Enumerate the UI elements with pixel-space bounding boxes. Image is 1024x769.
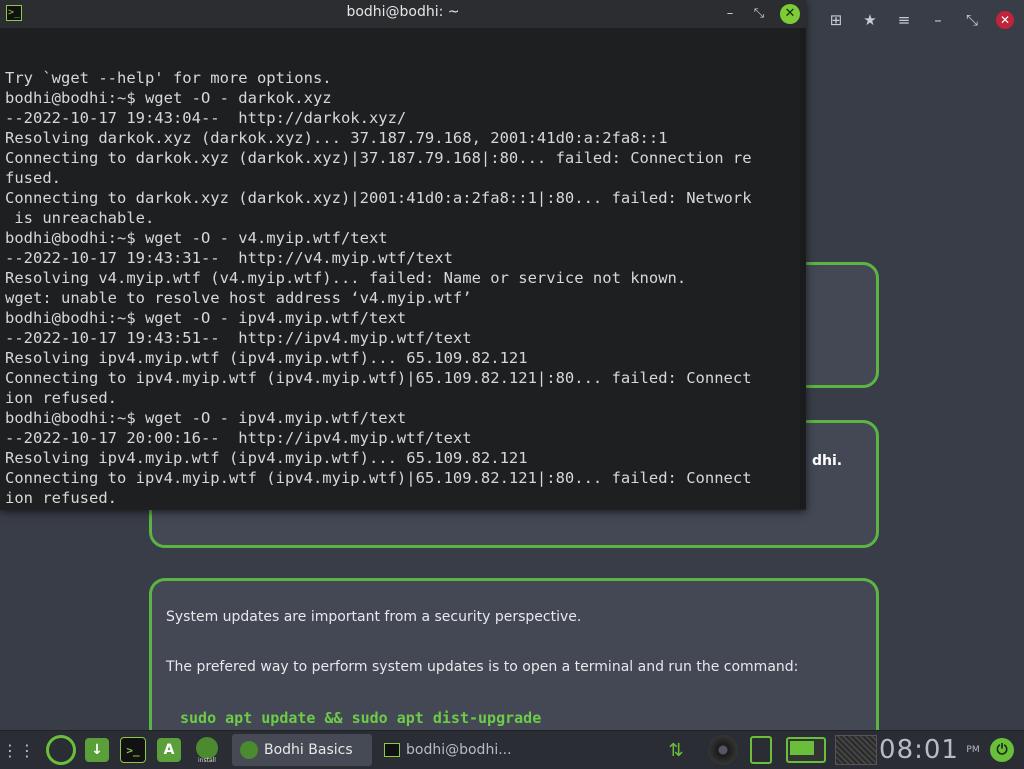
installer-label: install [198,756,216,764]
terminal-line: --2022-10-17 19:43:04-- http://darkok.xy… [5,109,407,127]
media-disc-icon[interactable] [704,731,742,769]
appcenter-launcher[interactable]: A [154,731,184,769]
terminal-launcher[interactable]: >_ [118,731,148,769]
terminal-line: bodhi@bodhi:~$ wget -O - ipv4.myip.wtf/t… [5,309,407,327]
launcher-menu-icon[interactable]: ⋮⋮ [2,731,35,769]
card-paragraph-2: The prefered way to perform system updat… [166,659,799,675]
terminal-titlebar[interactable]: >_ bodhi@bodhi: ~ – ⤡ ✕ [0,0,806,28]
terminal-line: Connecting to darkok.xyz (darkok.xyz)|20… [5,189,752,207]
terminal-task-icon [384,743,400,757]
terminal-line: is unreachable. [5,209,155,227]
terminal-line: ion refused. [5,389,117,407]
task-label: bodhi@bodhi... [406,742,512,758]
terminal-line: Resolving darkok.xyz (darkok.xyz)... 37.… [5,129,668,147]
close-icon[interactable]: ✕ [996,11,1014,29]
battery-icon[interactable] [782,731,830,769]
shutdown-button[interactable]: ⏻ [986,731,1018,769]
info-card-updates: System updates are important from a secu… [149,578,879,748]
terminal-line: --2022-10-17 20:00:16-- http://ipv4.myip… [5,429,472,447]
terminal-scrollbar[interactable] [800,28,806,508]
bodhi-app-icon [240,741,258,759]
terminal-line: --2022-10-17 19:43:51-- http://ipv4.myip… [5,329,472,347]
card-text-fragment: dhi. [812,453,843,469]
minimize-button[interactable]: – [720,4,740,24]
network-icon[interactable]: ⇅ [662,731,690,769]
clock-ampm: PM [966,745,980,755]
maximize-button[interactable]: ⤡ [749,4,769,24]
terminal-line: bodhi@bodhi:~$ wget -O - darkok.xyz [5,89,332,107]
minimize-icon[interactable]: – [928,10,948,30]
terminal-line: fused. [5,169,61,187]
task-bodhi-basics[interactable]: Bodhi Basics [232,734,372,766]
add-tab-icon[interactable]: ⊞ [826,10,846,30]
terminal-output[interactable]: Try `wget --help' for more options. bodhi… [5,48,805,508]
terminal-line: Connecting to ipv4.myip.wtf (ipv4.myip.w… [5,469,752,487]
power-icon: ⏻ [990,738,1014,762]
terminal-line: bodhi@bodhi:~$ wget -O - v4.myip.wtf/tex… [5,229,388,247]
terminal-line: Connecting to ipv4.myip.wtf (ipv4.myip.w… [5,369,752,387]
appcenter-icon: A [157,738,181,762]
close-button[interactable]: ✕ [780,4,800,24]
bodhi-logo-icon [46,735,76,765]
window-title: bodhi@bodhi: ~ [346,4,460,20]
desktop-pager[interactable] [834,731,878,769]
terminal-line: Resolving v4.myip.wtf (v4.myip.wtf)... f… [5,269,687,287]
terminal-line: ion refused. [5,489,117,507]
menu-icon[interactable]: ≡ [894,10,914,30]
terminal-line: --2022-10-17 19:43:31-- http://v4.myip.w… [5,249,453,267]
installer-launcher[interactable]: install [190,731,224,769]
terminal-line: Connecting to darkok.xyz (darkok.xyz)|37… [5,149,752,167]
terminal-line: bodhi@bodhi:~$ wget -O - ipv4.myip.wtf/t… [5,409,407,427]
bodhi-menu-button[interactable] [44,731,78,769]
download-icon: ↓ [85,738,109,762]
terminal-launcher-icon: >_ [120,737,146,763]
terminal-line: Resolving ipv4.myip.wtf (ipv4.myip.wtf).… [5,449,528,467]
task-terminal[interactable]: bodhi@bodhi... [376,734,516,766]
terminal-line: Resolving ipv4.myip.wtf (ipv4.myip.wtf).… [5,349,528,367]
task-label: Bodhi Basics [264,742,353,758]
download-launcher[interactable]: ↓ [82,731,112,769]
clock[interactable]: 08:01 [879,731,958,769]
card-paragraph-1: System updates are important from a secu… [166,609,582,625]
bookmark-icon[interactable]: ★ [860,10,880,30]
installer-icon [196,736,218,759]
clipboard-icon[interactable] [746,731,776,769]
terminal-window[interactable]: >_ bodhi@bodhi: ~ – ⤡ ✕ Try `wget --help… [0,0,806,510]
browser-toolbar: ⊞ ★ ≡ – ⤡ ✕ [804,0,1024,40]
terminal-line: wget: unable to resolve host address ‘v4… [5,289,472,307]
terminal-line: Try `wget --help' for more options. [5,69,332,87]
maximize-icon[interactable]: ⤡ [962,10,982,30]
update-command: sudo apt update && sudo apt dist-upgrade [180,709,542,727]
taskbar: ⋮⋮ ↓ >_ A install Bodhi Basics bodhi@bod… [0,730,1024,769]
